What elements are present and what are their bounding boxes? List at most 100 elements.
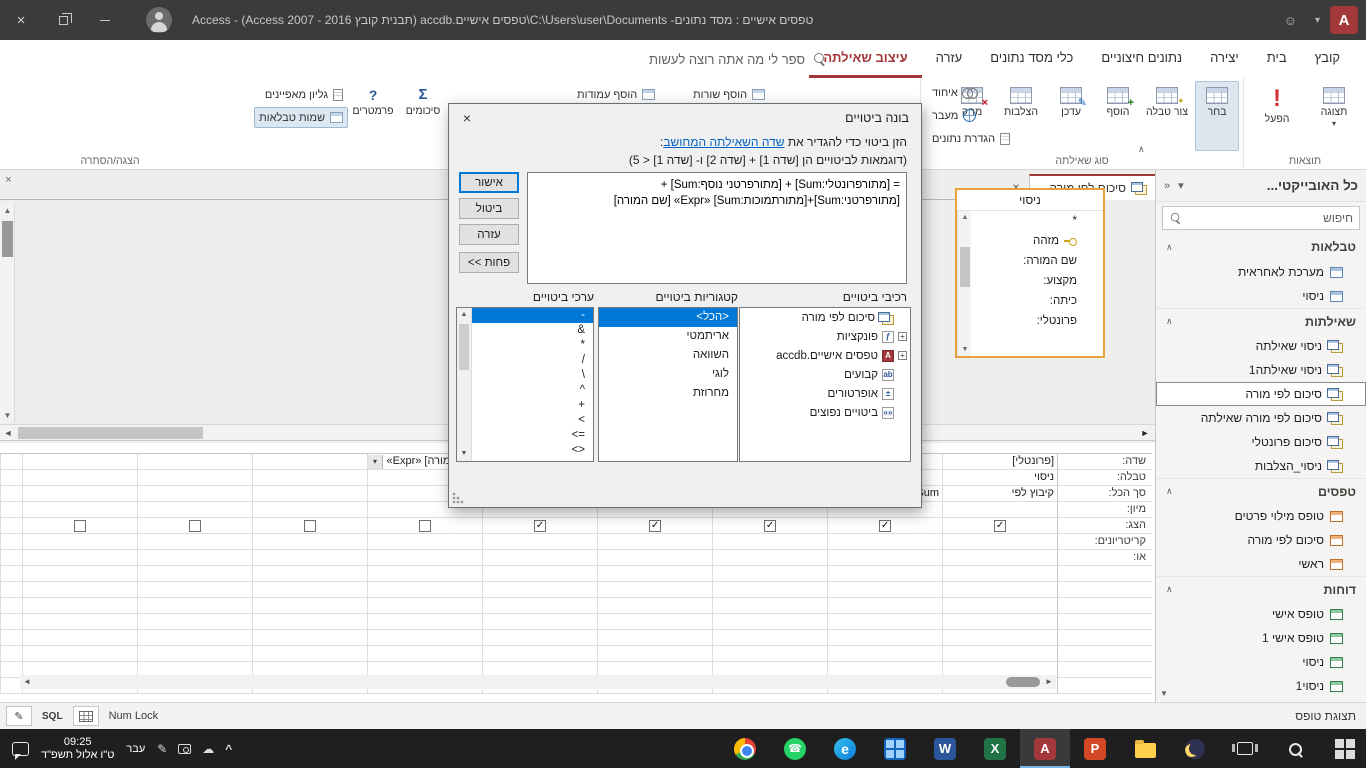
expand-icon[interactable]: +	[898, 332, 907, 341]
field-list-item[interactable]: *	[957, 211, 1103, 231]
ribbon-display-options-icon[interactable]: ▾	[1315, 15, 1320, 26]
grid-cell[interactable]	[367, 598, 482, 614]
nav-item-form[interactable]: טופס מילוי פרטים	[1156, 504, 1366, 528]
value-item[interactable]: &	[472, 323, 593, 338]
grid-cell[interactable]: ניסוי	[942, 470, 1057, 486]
grid-cell[interactable]	[597, 550, 712, 566]
table-names-button[interactable]: שמות טבלאות	[254, 107, 348, 128]
scrollbar-thumb[interactable]	[459, 324, 469, 370]
tab-home[interactable]: בית	[1253, 40, 1301, 78]
show-checkbox[interactable]	[764, 519, 776, 532]
show-checkbox[interactable]	[419, 519, 431, 532]
tab-database-tools[interactable]: כלי מסד נתונים	[976, 40, 1087, 78]
shutter-collapse-icon[interactable]: «	[1164, 180, 1170, 192]
tab-file[interactable]: קובץ	[1301, 40, 1354, 78]
expand-icon[interactable]: +	[898, 351, 907, 360]
grid-cell[interactable]	[367, 518, 482, 534]
insert-rows-button[interactable]: הוסף שורות	[688, 84, 770, 105]
grid-cell[interactable]	[367, 646, 482, 662]
grid-cell[interactable]	[942, 534, 1057, 550]
tell-me-search[interactable]: ספר לי מה אתה רוצה לעשות	[556, 40, 826, 78]
run-button[interactable]: ! הפעל	[1252, 81, 1302, 151]
grid-cell[interactable]	[827, 646, 942, 662]
nav-section-forms[interactable]: טפסים ∧	[1156, 478, 1366, 504]
grid-cell[interactable]	[252, 502, 367, 518]
taskbar-app-edge[interactable]: e	[820, 729, 870, 768]
category-item[interactable]: אריתמטי	[599, 327, 737, 346]
grid-cell[interactable]	[252, 534, 367, 550]
clock[interactable]: 09:25 ט"ו אלול תשפ"ד	[41, 736, 114, 762]
grid-cell[interactable]	[22, 550, 137, 566]
grid-cell[interactable]	[137, 582, 252, 598]
grid-cell[interactable]	[827, 630, 942, 646]
grid-cell[interactable]	[22, 502, 137, 518]
start-button[interactable]	[1320, 729, 1366, 768]
grid-cell[interactable]	[137, 614, 252, 630]
value-item[interactable]: \	[472, 368, 593, 383]
cancel-button[interactable]: ביטול	[459, 198, 519, 219]
nav-item-report[interactable]: ניסוי1	[1156, 674, 1366, 698]
tab-query-design[interactable]: עיצוב שאילתה	[809, 40, 922, 78]
nav-section-reports[interactable]: דוחות ∧	[1156, 576, 1366, 602]
grid-cell[interactable]	[827, 566, 942, 582]
grid-cell[interactable]	[22, 470, 137, 486]
grid-cell[interactable]	[482, 630, 597, 646]
close-dialog-button[interactable]: ×	[449, 104, 485, 132]
parameters-button[interactable]: ? פרמטרים	[350, 81, 396, 151]
datasheet-view-button[interactable]	[72, 706, 99, 726]
scroll-down-icon[interactable]: ▼	[958, 343, 972, 356]
nav-item-table[interactable]: ניסוי	[1156, 284, 1366, 308]
grid-cell[interactable]	[712, 630, 827, 646]
scroll-down-icon[interactable]: ▼	[457, 447, 471, 461]
close-window-button[interactable]: ×	[0, 0, 42, 40]
value-item[interactable]: <>	[472, 443, 593, 458]
grid-cell[interactable]	[137, 470, 252, 486]
property-sheet-button[interactable]: גליון מאפיינים	[260, 84, 348, 105]
grid-cell[interactable]	[712, 614, 827, 630]
value-item[interactable]: /	[472, 353, 593, 368]
nav-section-tables[interactable]: טבלאות ∧	[1156, 234, 1366, 260]
totals-button[interactable]: Σ סיכומים	[400, 81, 446, 151]
taskbar-app-powerpoint[interactable]: P	[1070, 729, 1120, 768]
grid-cell[interactable]	[367, 630, 482, 646]
grid-cell[interactable]	[712, 534, 827, 550]
ok-button[interactable]: אישור	[459, 172, 519, 193]
grid-cell[interactable]	[137, 566, 252, 582]
grid-cell[interactable]	[252, 470, 367, 486]
less-button[interactable]: << פחות	[459, 252, 519, 273]
collapse-ribbon-icon[interactable]: ∧	[1138, 144, 1145, 155]
grid-cell[interactable]	[597, 646, 712, 662]
nav-item-report[interactable]: טופס אישי 1	[1156, 626, 1366, 650]
grid-cell[interactable]	[597, 566, 712, 582]
nav-item-table[interactable]: מערכת לאחראית	[1156, 260, 1366, 284]
scroll-down-icon[interactable]: ▼	[0, 408, 15, 423]
design-view-button[interactable]: ✎	[6, 706, 32, 726]
taskbar-app-moon[interactable]	[1170, 729, 1220, 768]
grid-cell[interactable]	[252, 518, 367, 534]
grid-cell[interactable]	[482, 614, 597, 630]
grid-cell[interactable]	[252, 454, 367, 470]
grid-cell[interactable]	[942, 566, 1057, 582]
tab-create[interactable]: יצירה	[1196, 40, 1253, 78]
grid-cell[interactable]	[137, 486, 252, 502]
grid-cell[interactable]	[252, 566, 367, 582]
grid-cell[interactable]	[597, 582, 712, 598]
taskbar-app-access-active[interactable]: A	[1020, 729, 1070, 768]
scroll-down-icon[interactable]: ▼	[1160, 689, 1168, 698]
grid-cell[interactable]	[712, 646, 827, 662]
grid-cell[interactable]	[482, 534, 597, 550]
sql-view-button[interactable]: SQL	[42, 711, 63, 722]
tab-help[interactable]: עזרה	[922, 40, 977, 78]
field-list-window[interactable]: ניסוי * מזהה שם המורה: מקצוע: כיתה: פרונ…	[955, 188, 1105, 358]
show-checkbox[interactable]	[189, 519, 201, 532]
grid-cell[interactable]	[22, 534, 137, 550]
scrollbar-thumb[interactable]	[960, 247, 970, 287]
grid-cell[interactable]	[597, 614, 712, 630]
grid-cell[interactable]	[137, 598, 252, 614]
vertical-scrollbar[interactable]: ▲ ▼	[0, 203, 15, 423]
feedback-smiley-icon[interactable]: ☺	[1284, 13, 1297, 28]
grid-cell[interactable]: קיבוץ לפי	[942, 486, 1057, 502]
expression-element[interactable]: +סיכום לפי מורה	[740, 308, 910, 327]
show-checkbox[interactable]	[304, 519, 316, 532]
grid-cell[interactable]	[712, 518, 827, 534]
